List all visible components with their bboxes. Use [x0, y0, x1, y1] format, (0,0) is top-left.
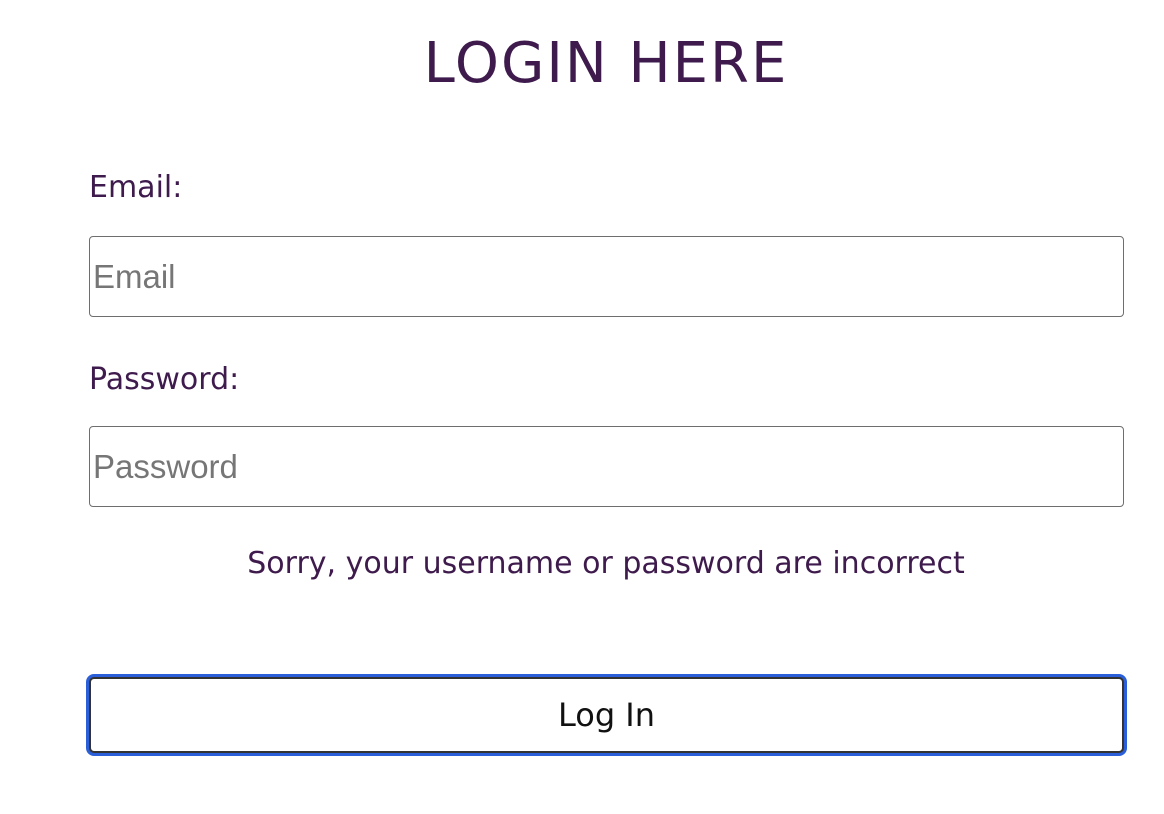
password-label: Password:: [89, 362, 240, 397]
email-field[interactable]: [89, 236, 1124, 317]
error-message: Sorry, your username or password are inc…: [247, 546, 965, 581]
password-field[interactable]: [89, 426, 1124, 507]
login-button[interactable]: Log In: [89, 677, 1124, 753]
page-title: LOGIN HERE: [423, 31, 789, 96]
email-label: Email:: [89, 170, 183, 205]
